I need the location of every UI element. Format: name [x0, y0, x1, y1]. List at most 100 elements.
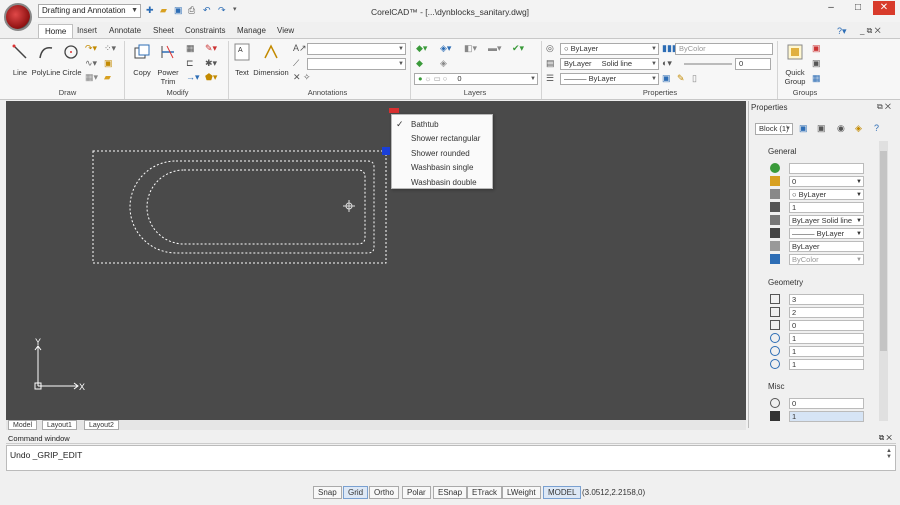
close-button[interactable]: ✕ [873, 1, 895, 15]
lookup-grip[interactable] [389, 108, 399, 113]
quick-group-icon[interactable] [786, 43, 804, 61]
general-linestyle[interactable]: ByLayer Solid line ▼ [789, 215, 864, 226]
general-bycolor[interactable]: ByColor ▼ [789, 254, 864, 265]
redo-icon[interactable]: ↷ [218, 5, 226, 16]
panel-close-icon[interactable]: ⧉ ✕ [879, 433, 892, 443]
layer-check-icon[interactable]: ✔▾ [512, 43, 524, 54]
lweight-toggle[interactable]: LWeight [502, 486, 541, 499]
bycolor-select[interactable]: ByColor [675, 43, 773, 55]
layer-state-icon[interactable]: ◈▾ [440, 43, 451, 54]
model-toggle[interactable]: MODEL [543, 486, 582, 499]
menu-item-shower-rectangular[interactable]: Shower rectangular [411, 134, 480, 143]
open-icon[interactable]: ▰ [160, 5, 167, 16]
quick-select-icon[interactable]: ▣ [799, 123, 808, 134]
misc-rotation[interactable]: 0 [789, 398, 864, 409]
text-icon[interactable]: A [234, 43, 250, 61]
scrollbar-thumb[interactable] [880, 151, 887, 351]
match-props-icon[interactable]: ◎ [546, 43, 554, 54]
group-select-icon[interactable]: ▣ [812, 58, 821, 69]
arc-icon[interactable]: ↷▾ [85, 43, 97, 54]
app-logo[interactable] [4, 3, 32, 31]
display-icon[interactable]: ▣ [662, 73, 671, 84]
help-icon[interactable]: ? [874, 123, 879, 133]
grip-handle[interactable] [382, 147, 390, 155]
command-window[interactable]: Undo _GRIP_EDIT ▲ ▼ [6, 445, 896, 471]
point-icon[interactable]: ⁘▾ [104, 43, 116, 54]
general-printstyle[interactable]: ByLayer [789, 241, 864, 252]
circle-icon[interactable] [63, 44, 79, 60]
menu-item-washbasin-double[interactable]: Washbasin double [411, 178, 477, 187]
lineweight-icon[interactable]: ☰ [546, 73, 554, 84]
power-trim-icon[interactable] [159, 43, 177, 61]
general-color[interactable] [789, 163, 864, 174]
save-icon[interactable]: ▣ [174, 5, 183, 16]
toggle-icon[interactable]: ◈ [855, 123, 862, 134]
tab-constraints[interactable]: Constraints [179, 24, 231, 38]
text-style-icon[interactable]: A↗ [293, 43, 307, 54]
dimension-icon[interactable] [262, 43, 280, 61]
offset-icon[interactable]: ⊏ [186, 58, 194, 69]
linestyle-select[interactable]: ByLayer Solid line ▼ [560, 58, 659, 70]
text-style-select[interactable]: ▼ [307, 43, 406, 55]
ortho-toggle[interactable]: Ortho [369, 486, 400, 499]
select-objects-icon[interactable]: ▣ [817, 123, 826, 134]
tab-view[interactable]: View [271, 24, 300, 38]
hatch-icon[interactable]: ▦▾ [85, 72, 98, 83]
tab-layout1[interactable]: Layout1 [42, 420, 77, 430]
layer-walk-icon[interactable]: ▬▾ [488, 43, 502, 54]
bathtub-inner[interactable] [146, 169, 366, 245]
minimize-button[interactable]: – [822, 1, 840, 15]
transparency-input[interactable]: 0 [735, 58, 771, 70]
print-icon[interactable]: ⎙ [188, 5, 195, 16]
tab-annotate[interactable]: Annotate [103, 24, 147, 38]
undo-icon[interactable]: ↶ [203, 5, 211, 16]
layer-select[interactable]: ● ☼ ▭ ○ 0 ▼ [414, 73, 538, 85]
polar-toggle[interactable]: Polar [402, 486, 431, 499]
array-icon[interactable]: ▦ [186, 43, 195, 54]
menu-item-bathtub[interactable]: Bathtub [411, 120, 439, 129]
layer-match-icon[interactable]: ◈ [440, 58, 447, 69]
general-colorvalue[interactable]: ○ ByLayer ▼ [789, 189, 864, 200]
linestyle-icon[interactable]: ▤ [546, 58, 555, 69]
region-icon[interactable]: ▣ [104, 58, 113, 69]
layer-iso-icon[interactable]: ◧▾ [464, 43, 477, 54]
properties-scrollbar[interactable] [879, 141, 888, 421]
general-layer[interactable]: 0 ▼ [789, 176, 864, 187]
rotate-icon[interactable]: ⬟▾ [205, 72, 217, 83]
misc-count[interactable]: 1 [789, 411, 864, 422]
dim-style-select[interactable]: ▼ [307, 58, 406, 70]
menu-item-washbasin-single[interactable]: Washbasin single [411, 163, 473, 172]
geometry-position-y[interactable]: 2 [789, 307, 864, 318]
help-icon[interactable]: ?▾ [837, 26, 847, 37]
layer-manager-icon[interactable]: ◆▾ [416, 43, 427, 54]
tab-insert[interactable]: Insert [71, 24, 103, 38]
tab-layout2[interactable]: Layout2 [84, 420, 119, 430]
snap-toggle[interactable]: Snap [313, 486, 342, 499]
pickadd-icon[interactable]: ◉ [837, 123, 845, 134]
page-icon[interactable]: ▯ [692, 73, 697, 84]
maximize-button[interactable]: □ [849, 1, 867, 15]
restore-doc-icon[interactable]: _ ⧉ ✕ [860, 26, 881, 36]
leader-icon[interactable]: ✕ ✧ [293, 72, 311, 83]
layer-current-icon[interactable]: ◆ [416, 58, 423, 69]
customize-icon[interactable]: ▾ [233, 5, 237, 13]
group-edit-icon[interactable]: ▣ [812, 43, 821, 54]
group-manager-icon[interactable]: ▦ [812, 73, 821, 84]
geometry-position-x[interactable]: 3 [789, 294, 864, 305]
panel-pin-icon[interactable]: ⧉ ✕ [877, 102, 891, 112]
etrack-toggle[interactable]: ETrack [467, 486, 503, 499]
explode-icon[interactable]: ✱▾ [205, 58, 217, 69]
dim-style-icon[interactable]: ⟋ [293, 58, 299, 69]
geometry-position-z[interactable]: 0 [789, 320, 864, 331]
lineweight-select[interactable]: ——— ByLayer ▼ [560, 73, 659, 85]
move-icon[interactable]: →▾ [186, 72, 200, 83]
tab-sheet[interactable]: Sheet [147, 24, 180, 38]
menu-item-shower-rounded[interactable]: Shower rounded [411, 149, 470, 158]
tab-model[interactable]: Model [8, 420, 38, 430]
esnap-toggle[interactable]: ESnap [433, 486, 468, 499]
selection-select[interactable]: Block (1) ▼ [755, 123, 793, 135]
workspace-select[interactable]: Drafting and Annotation ▼ [38, 4, 141, 18]
color-select[interactable]: ○ ByLayer ▼ [560, 43, 659, 55]
transparency-slider[interactable] [684, 63, 732, 65]
general-linescale[interactable]: 1 [789, 202, 864, 213]
